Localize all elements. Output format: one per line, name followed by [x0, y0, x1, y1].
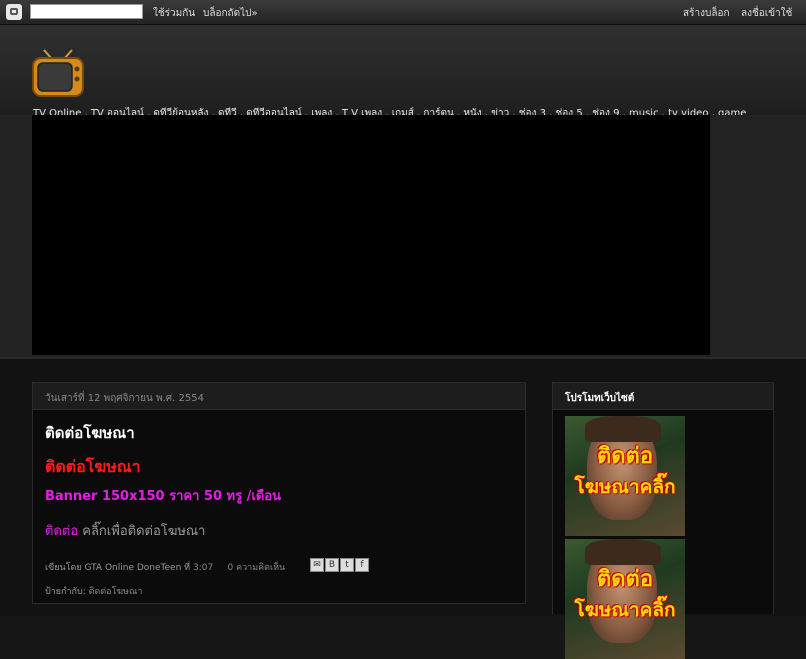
post-date: วันเสาร์ที่ 12 พฤศจิกายน พ.ศ. 2554: [45, 393, 204, 404]
post-title[interactable]: ติดต่อโฆษณา: [45, 421, 135, 445]
post-footer: เขียนโดย GTA Online DoneTeen ที่ 3:07 0 …: [45, 560, 285, 574]
widget-title-bar: โปรโมทเว็บไซต์: [553, 383, 773, 410]
banner-area: [32, 115, 710, 355]
next-blog-link[interactable]: บล็อกถัดไป»: [203, 6, 258, 21]
labels-line: ป้ายกำกับ: ติดต่อโฆษณา: [45, 584, 142, 598]
labels-prefix: ป้ายกำกับ:: [45, 587, 86, 597]
at-label: ที่: [184, 563, 191, 573]
tv-icon[interactable]: [32, 49, 84, 99]
banner-price-text: Banner 150x150 ราคา 50 ทรู /เดือน: [45, 489, 281, 504]
search-input[interactable]: [30, 4, 143, 19]
promo-image[interactable]: ติดต่อ โฆษณาคลิ๊ก: [565, 539, 685, 659]
sign-in-link[interactable]: ลงชื่อเข้าใช้: [741, 6, 792, 21]
comments-link[interactable]: 0 ความคิดเห็น: [228, 563, 286, 573]
create-blog-link[interactable]: สร้างบล็อก: [683, 6, 730, 21]
label-link[interactable]: ติดต่อโฆษณา: [89, 587, 143, 597]
promo-text-2: โฆษณาคลิ๊ก: [574, 476, 676, 498]
post: วันเสาร์ที่ 12 พฤศจิกายน พ.ศ. 2554 ติดต่…: [32, 382, 526, 604]
promo-text-1: ติดต่อ: [596, 444, 654, 469]
widget-title: โปรโมทเว็บไซต์: [565, 393, 635, 404]
timestamp-link[interactable]: 3:07: [193, 563, 213, 573]
share-buttons: ✉ B t f: [310, 558, 370, 572]
posted-by-label: เขียนโดย: [45, 563, 82, 573]
promo-image[interactable]: ติดต่อ โฆษณาคลิ๊ก: [565, 416, 685, 536]
blog-header: TV Online , TV ออนไลน์ , ดูทีวีย้อนหลัง …: [0, 25, 806, 119]
blogthis-icon[interactable]: B: [325, 558, 339, 572]
facebook-icon[interactable]: f: [355, 558, 369, 572]
promo-text-1: ติดต่อ: [596, 567, 654, 592]
sidebar-widget: โปรโมทเว็บไซต์ ติดต่อ โฆษณาคลิ๊ก ติดต่อ …: [552, 382, 774, 659]
contact-link[interactable]: ติดต่อ: [45, 524, 78, 539]
contact-line: ติดต่อ คลิ๊กเพื่อติดต่อโฆษณา: [45, 520, 205, 541]
red-heading: ติดต่อโฆษณา: [45, 457, 141, 476]
blogger-icon[interactable]: [6, 4, 22, 20]
share-link[interactable]: ใช้ร่วมกัน: [153, 6, 195, 21]
navbar: ใช้ร่วมกัน บล็อกถัดไป» สร้างบล็อก ลงชื่อ…: [0, 0, 806, 25]
email-icon[interactable]: ✉: [310, 558, 324, 572]
author-link[interactable]: GTA Online DoneTeen: [84, 563, 181, 573]
twitter-icon[interactable]: t: [340, 558, 354, 572]
date-header: วันเสาร์ที่ 12 พฤศจิกายน พ.ศ. 2554: [33, 383, 525, 410]
promo-text-2: โฆษณาคลิ๊ก: [574, 599, 676, 621]
contact-text: คลิ๊กเพื่อติดต่อโฆษณา: [78, 524, 206, 539]
